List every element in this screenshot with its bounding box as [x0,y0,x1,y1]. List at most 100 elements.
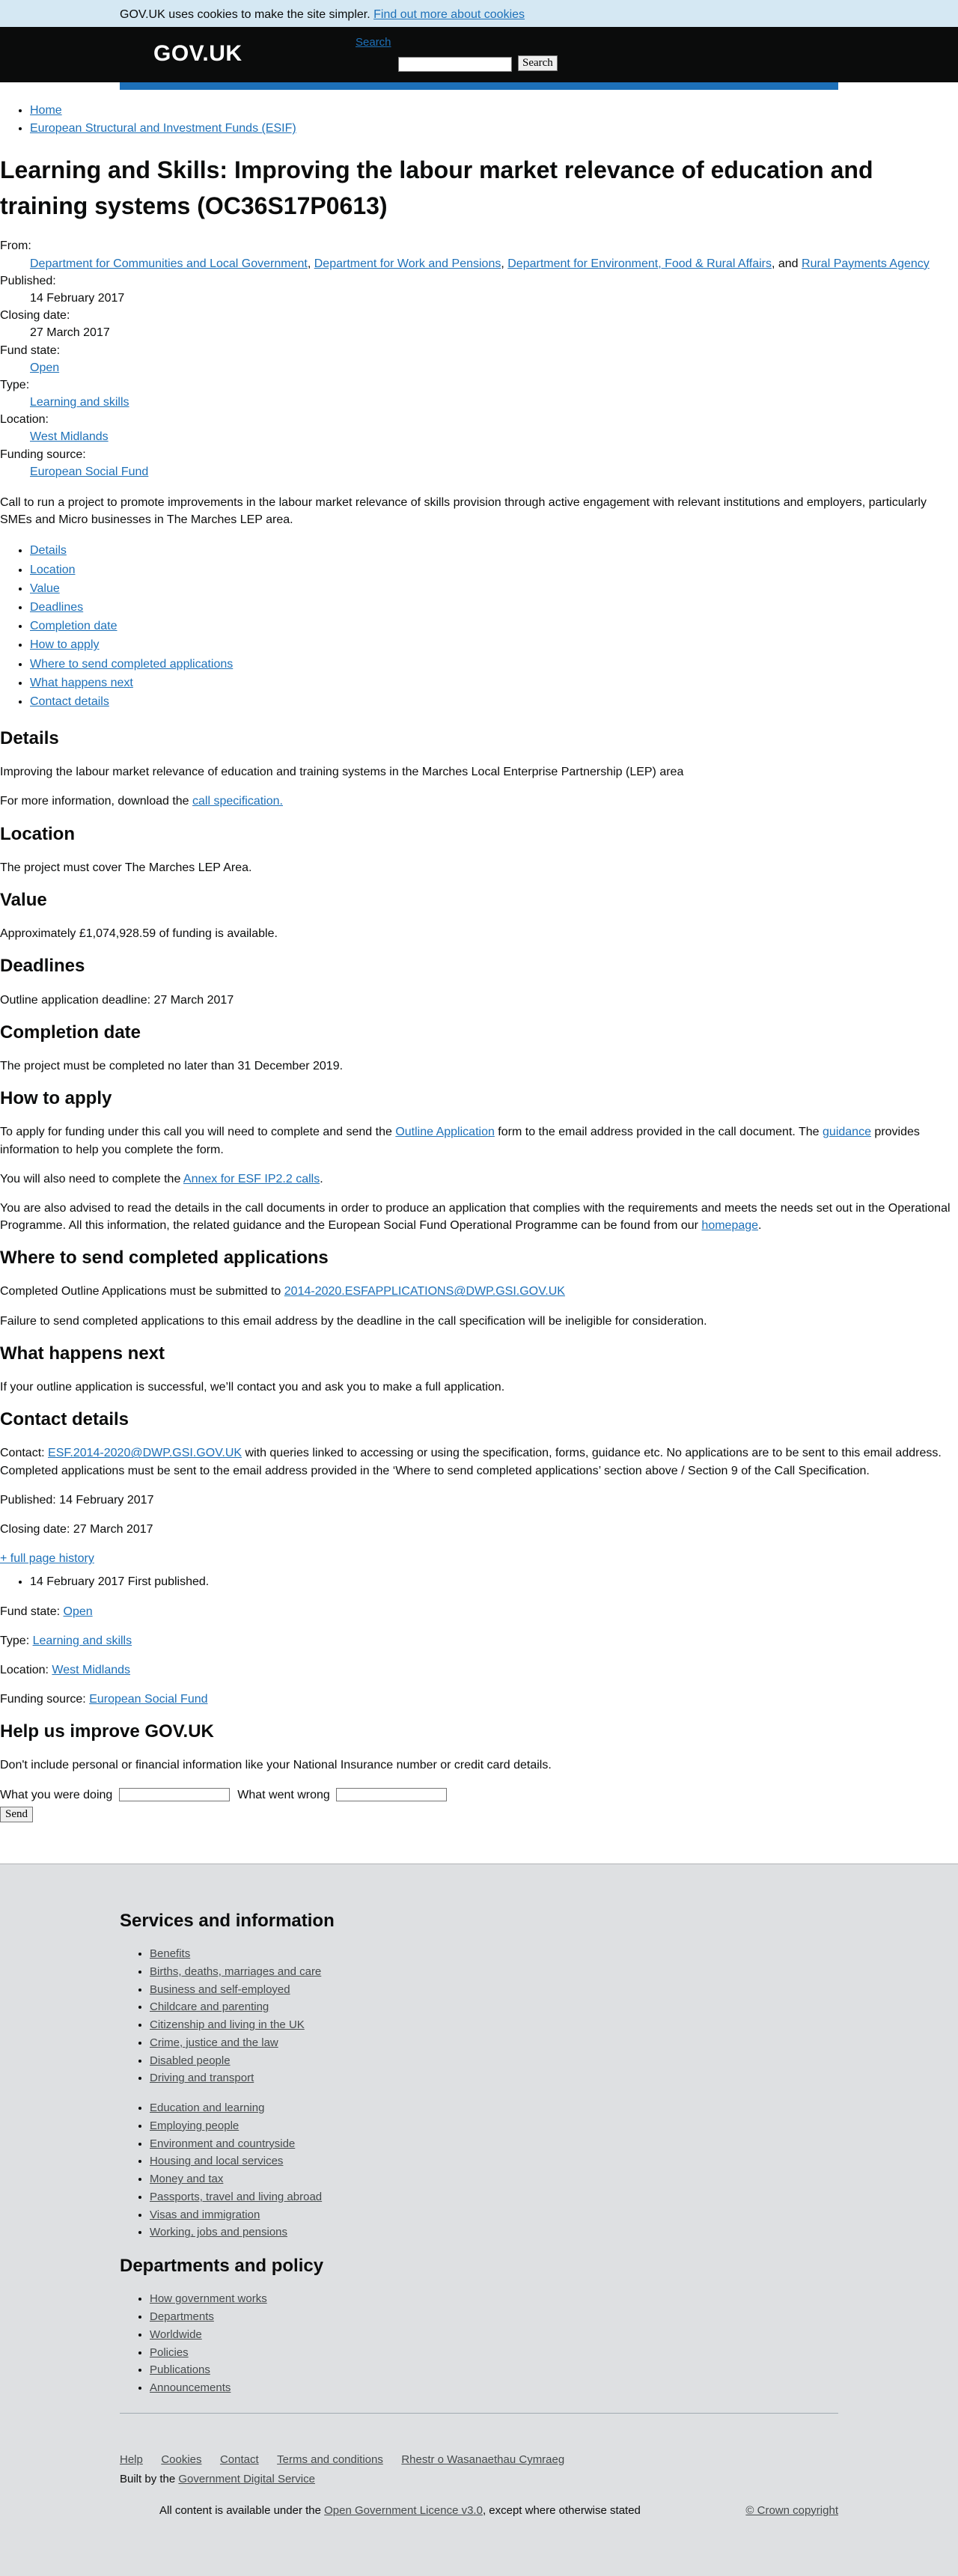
breadcrumb-esif[interactable]: European Structural and Investment Funds… [30,122,296,135]
gds-link[interactable]: Government Digital Service [178,2473,315,2485]
from-value: Department for Communities and Local Gov… [30,257,930,270]
outline-application-link[interactable]: Outline Application [395,1126,495,1138]
contents-link-how-to-apply[interactable]: How to apply [30,638,100,651]
metadata-list: From: Department for Communities and Loc… [0,237,958,480]
location-heading: Location [0,823,75,844]
footer-fund-state-link[interactable]: Open [64,1605,93,1618]
licence-text: All content is available under the Open … [159,2503,641,2517]
contents-link-details[interactable]: Details [30,544,67,557]
footer-link-publications[interactable]: Publications [150,2363,210,2376]
doing-label: What you were doing [0,1788,113,1801]
closing-date-label: Closing date: [0,309,70,323]
footer-link-working[interactable]: Working, jobs and pensions [150,2226,287,2238]
footer-link-employing[interactable]: Employing people [150,2119,239,2132]
from-label: From: [0,239,31,253]
footer-link-visas[interactable]: Visas and immigration [150,2209,260,2221]
search-toggle-link[interactable]: Search [356,34,391,51]
footer-link-policies[interactable]: Policies [150,2346,189,2359]
contents-link-where-to-send[interactable]: Where to send completed applications [30,658,233,671]
how-to-apply-heading: How to apply [0,1088,112,1109]
what-happens-next-text: If your outline application is successfu… [0,1381,505,1394]
org-link-rpa[interactable]: Rural Payments Agency [802,257,930,270]
what-happens-next-heading: What happens next [0,1343,165,1364]
send-button[interactable]: Send [0,1806,33,1822]
search-input[interactable] [398,57,512,72]
footer-link-citizenship[interactable]: Citizenship and living in the UK [150,2018,305,2031]
footer-link-money[interactable]: Money and tax [150,2173,223,2185]
footer-link-disabled[interactable]: Disabled people [150,2054,231,2067]
closing-date-value: 27 March 2017 [30,326,110,340]
org-link-defra[interactable]: Department for Environment, Food & Rural… [507,257,772,270]
footer-link-help[interactable]: Help [120,2453,143,2466]
contents-link-completion-date[interactable]: Completion date [30,620,118,632]
footer-link-departments[interactable]: Departments [150,2310,214,2323]
footer-type-link[interactable]: Learning and skills [33,1635,132,1647]
footer-link-cookies[interactable]: Cookies [161,2453,201,2466]
footer-link-births[interactable]: Births, deaths, marriages and care [150,1965,321,1978]
location-link[interactable]: West Midlands [30,430,109,443]
details-heading: Details [0,728,59,749]
fund-state-link[interactable]: Open [30,361,59,374]
footer-link-crime[interactable]: Crime, justice and the law [150,2036,278,2049]
org-link-dwp[interactable]: Department for Work and Pensions [314,257,501,270]
crown-copyright-link[interactable]: © Crown copyright [745,2503,838,2519]
applications-email-link[interactable]: 2014-2020.ESFAPPLICATIONS@DWP.GSI.GOV.UK [284,1285,565,1298]
search-button[interactable]: Search [518,55,558,71]
wrong-input[interactable] [336,1788,448,1802]
contents-link-deadlines[interactable]: Deadlines [30,601,83,614]
contents-link-location[interactable]: Location [30,564,76,576]
footer-link-driving[interactable]: Driving and transport [150,2072,254,2084]
footer-link-welsh[interactable]: Rhestr o Wasanaethau Cymraeg [401,2453,564,2466]
footer-link-terms[interactable]: Terms and conditions [277,2453,383,2466]
services-heading: Services and information [120,1911,335,1931]
contents-link-what-happens-next[interactable]: What happens next [30,677,133,689]
footer-location-link[interactable]: West Midlands [52,1664,130,1676]
full-page-history-link[interactable]: + full page history [0,1552,94,1565]
footer-link-education[interactable]: Education and learning [150,2102,264,2114]
departments-heading: Departments and policy [120,2256,324,2277]
type-link[interactable]: Learning and skills [30,396,129,409]
doing-input[interactable] [118,1788,230,1802]
footer-link-how-government-works[interactable]: How government works [150,2292,267,2305]
footer-funding-source: Funding source: European Social Fund [0,1693,208,1706]
footer-link-business[interactable]: Business and self-employed [150,1983,290,1996]
footer-meta-links: Help Cookies Contact Terms and condition… [120,2451,958,2468]
breadcrumb-home[interactable]: Home [30,104,62,117]
cookie-banner-text: GOV.UK uses cookies to make the site sim… [120,8,370,21]
footer-link-contact[interactable]: Contact [220,2453,259,2466]
cookie-info-link[interactable]: Find out more about cookies [373,8,525,21]
footer-fund-state: Fund state: Open [0,1605,93,1618]
annex-link[interactable]: Annex for ESF IP2.2 calls [183,1173,320,1185]
ogl-link[interactable]: Open Government Licence v3.0 [324,2504,483,2517]
built-by: Built by the Government Digital Service [120,2473,315,2486]
guidance-link[interactable]: guidance [823,1126,871,1138]
footer-link-childcare[interactable]: Childcare and parenting [150,2000,269,2013]
footer-link-benefits[interactable]: Benefits [150,1947,190,1960]
header-blue-bar [120,82,838,90]
footer-link-environment[interactable]: Environment and countryside [150,2137,295,2150]
how-to-apply-text-3: You are also advised to read the details… [0,1201,951,1233]
fund-state-label: Fund state: [0,344,61,357]
footer-link-worldwide[interactable]: Worldwide [150,2328,202,2341]
homepage-link[interactable]: homepage [701,1219,758,1232]
contents-link-contact-details[interactable]: Contact details [30,695,109,708]
breadcrumb: Home European Structural and Investment … [0,102,958,137]
deadlines-text: Outline application deadline: 27 March 2… [0,993,234,1007]
where-to-send-text-2: Failure to send completed applications t… [0,1314,707,1328]
contents-link-value[interactable]: Value [30,582,60,595]
site-footer: Services and information Benefits Births… [0,1864,958,2576]
call-specification-link[interactable]: call specification. [192,795,283,808]
services-list-1: Benefits Births, deaths, marriages and c… [120,1946,958,2087]
govuk-logo[interactable]: GOV.UK [153,37,242,70]
footer-funding-source-link[interactable]: European Social Fund [89,1693,207,1706]
org-link-dclg[interactable]: Department for Communities and Local Gov… [30,257,308,270]
funding-source-link[interactable]: European Social Fund [30,466,148,478]
location-label: Location: [0,413,49,427]
contact-email-link[interactable]: ESF.2014-2020@DWP.GSI.GOV.UK [48,1447,242,1459]
footer-closing-date: Closing date: 27 March 2017 [0,1522,153,1536]
footer-link-announcements[interactable]: Announcements [150,2381,231,2394]
footer-link-passports[interactable]: Passports, travel and living abroad [150,2191,322,2203]
footer-link-housing[interactable]: Housing and local services [150,2155,283,2167]
deadlines-heading: Deadlines [0,956,85,977]
completion-date-heading: Completion date [0,1022,141,1043]
